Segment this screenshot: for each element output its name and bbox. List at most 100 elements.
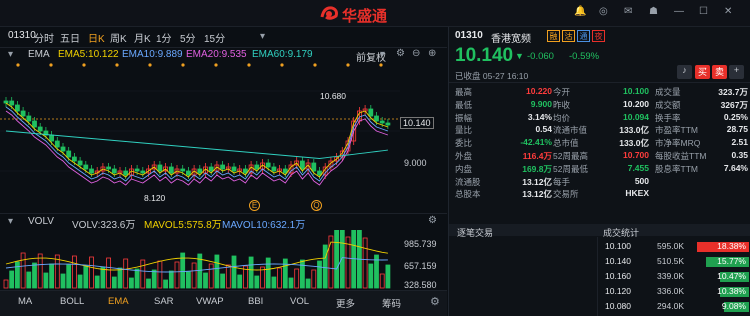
stat-value-4-1: -42.41% [520, 137, 552, 148]
candle-body [14, 104, 20, 112]
candle-body [168, 166, 174, 174]
period-tab-6[interactable]: 5分 [180, 30, 196, 45]
panel-title-stats[interactable]: 成交统计 [603, 226, 639, 239]
indicator-tab-0[interactable]: MA [18, 296, 32, 307]
volume-bar [328, 235, 334, 289]
volume-bar [89, 256, 94, 289]
trade-price: 10.120 [605, 286, 631, 296]
indicator-tab-4[interactable]: VWAP [196, 296, 224, 307]
stat-value-0-1: 10.220 [526, 86, 552, 96]
mail-icon[interactable]: ✉ [624, 6, 632, 17]
badge-1: 沽 [562, 30, 575, 42]
brand-name: 华盛通 [342, 8, 388, 25]
indicator-tab-6[interactable]: VOL [290, 296, 309, 307]
vol-collapse-chevron-icon[interactable]: ▾ [8, 216, 13, 227]
candle-body [157, 164, 163, 172]
more-periods-chevron-icon[interactable]: ▾ [260, 31, 265, 42]
candle-body [379, 120, 385, 124]
shirt-icon[interactable]: ☗ [649, 6, 658, 17]
period-tab-7[interactable]: 15分 [204, 30, 225, 45]
volume-bar [265, 257, 271, 289]
volume-bar [379, 273, 385, 289]
zoom-out-icon[interactable]: ⊖ [412, 48, 420, 59]
settings-icon[interactable]: ⚙ [396, 48, 405, 59]
event-marker-q[interactable]: Q [311, 200, 322, 211]
candle-body [3, 100, 9, 104]
stat-value-7-3: 500 [634, 175, 649, 186]
volume-bar [72, 255, 77, 289]
indicator-tab-2[interactable]: EMA [108, 296, 129, 307]
volume-bar [225, 264, 231, 289]
volume-bar [248, 256, 254, 289]
volume-bar [368, 263, 374, 289]
trade-pct: 18.38% [717, 241, 746, 251]
badge-0: 融 [547, 30, 560, 42]
indicator-tab-5[interactable]: BBI [248, 296, 263, 307]
volume-bar [299, 259, 305, 289]
panel-title-trades[interactable]: 逐笔交易 [457, 226, 493, 239]
alert-icon[interactable]: ♪ [677, 65, 692, 79]
volume-bar [339, 230, 345, 289]
period-tab-2[interactable]: 日K [88, 30, 105, 45]
headset-icon[interactable]: ◎ [599, 6, 608, 17]
add-watchlist-button[interactable]: + [729, 65, 744, 79]
sell-button[interactable]: 卖 [712, 65, 727, 79]
trade-pct: 10.47% [717, 271, 746, 281]
stock-code: 01310 [455, 30, 483, 41]
close-icon[interactable]: ✕ [724, 6, 732, 17]
period-tab-5[interactable]: 1分 [156, 30, 172, 45]
stat-label-1-4: 成交额 [655, 99, 681, 110]
volume-bar [123, 258, 129, 289]
stat-label-6-0: 内盘 [455, 163, 473, 174]
indicator-tab-7[interactable]: 更多 [336, 296, 355, 310]
collapse-chevron-icon[interactable]: ▾ [8, 49, 13, 60]
stat-label-6-2: 52周最低 [553, 163, 588, 174]
volume-bar [140, 259, 146, 289]
period-tab-0[interactable]: 分时 [34, 30, 54, 45]
trade-pct: 10.38% [717, 286, 746, 296]
indicator-tab-1[interactable]: BOLL [60, 296, 84, 307]
candle-body [89, 168, 94, 174]
bell-icon[interactable]: 🔔 [574, 6, 586, 17]
indicator-tab-8[interactable]: 筹码 [382, 296, 401, 310]
volume-bar [100, 266, 106, 289]
candle-body [254, 164, 260, 170]
ema60-label: EMA60:9.179 [252, 49, 313, 60]
period-tab-3[interactable]: 周K [110, 30, 127, 45]
event-marker-e[interactable]: E [249, 200, 260, 211]
vol-tick-3: 328.580 [404, 280, 437, 290]
candle-body [368, 108, 374, 117]
volume-bar [271, 276, 277, 289]
volume-bar [174, 261, 180, 289]
period-tab-1[interactable]: 五日 [60, 30, 80, 45]
buy-button[interactable]: 买 [695, 65, 710, 79]
period-tab-4[interactable]: 月K [134, 30, 151, 45]
volume-bar [9, 270, 15, 289]
restoration-chevron-icon[interactable]: ▾ [380, 49, 385, 60]
volume-bar [14, 261, 20, 289]
news-dot [346, 63, 350, 67]
badge-3: 夜 [592, 30, 605, 42]
stat-value-0-3: 10.100 [623, 86, 649, 96]
volume-bar [26, 271, 32, 289]
trade-vol: 339.0K [657, 271, 684, 281]
indicator-tab-3[interactable]: SAR [154, 296, 174, 307]
maximize-icon[interactable]: ☐ [699, 6, 708, 17]
stat-label-4-2: 总市值 [553, 138, 579, 149]
stat-value-1-3: 10.200 [623, 98, 649, 109]
stat-value-4-5: 2.51 [731, 137, 748, 148]
indicator-settings-icon[interactable]: ⚙ [430, 295, 440, 308]
down-arrow-icon: ▼ [515, 51, 524, 61]
stat-value-4-3: 133.0亿 [619, 138, 649, 149]
volume-bar [214, 254, 220, 289]
candlestick-chart[interactable] [0, 61, 447, 215]
vol-settings-icon[interactable]: ⚙ [428, 215, 437, 226]
zoom-in-icon[interactable]: ⊕ [428, 48, 436, 59]
high-label: 10.680 [320, 91, 346, 101]
minimize-icon[interactable]: — [674, 6, 684, 17]
news-dot [379, 63, 383, 67]
stat-value-2-1: 3.14% [527, 111, 552, 122]
candle-body [26, 115, 32, 122]
news-dot [148, 63, 152, 67]
news-dot [181, 63, 185, 67]
